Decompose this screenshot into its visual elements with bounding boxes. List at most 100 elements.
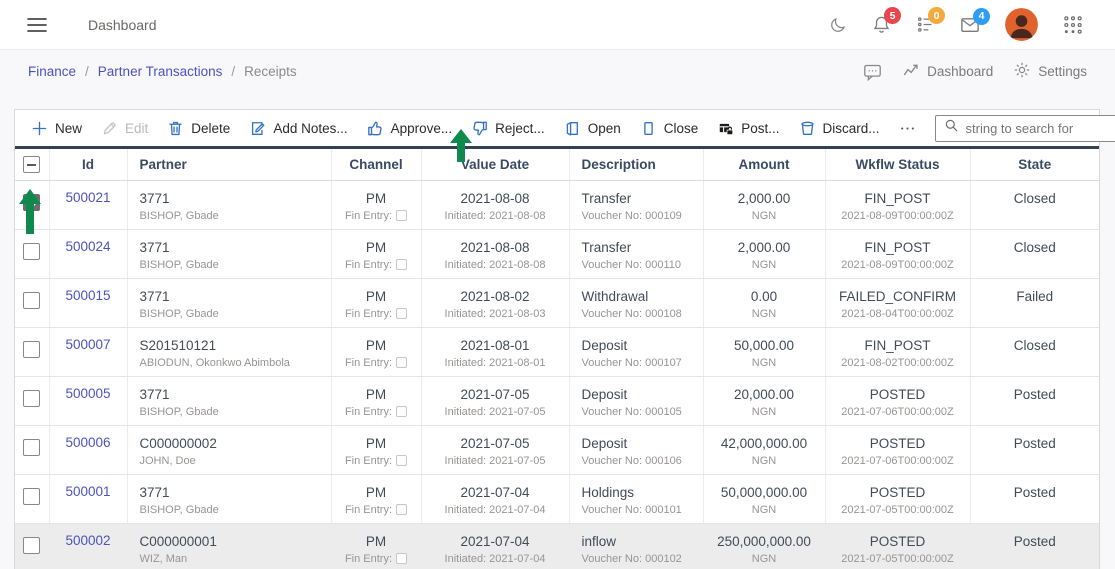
table-row[interactable]: 500007 S201510121 ABIODUN, Okonkwo Abimb…: [15, 327, 1099, 376]
dashboard-action[interactable]: Dashboard: [902, 61, 993, 82]
row-checkbox[interactable]: [23, 537, 40, 554]
partner-subname: BISHOP, Gbade: [140, 406, 331, 419]
partner-subname: BISHOP, Gbade: [140, 259, 331, 272]
row-checkbox[interactable]: [23, 488, 40, 505]
breadcrumb-partner-transactions[interactable]: Partner Transactions: [98, 64, 223, 79]
header-channel[interactable]: Channel: [331, 149, 421, 180]
currency-code: NGN: [704, 455, 825, 468]
row-id-link[interactable]: 500006: [65, 435, 110, 450]
table-row[interactable]: 500015 3771 BISHOP, Gbade PM Fin Entry: …: [15, 278, 1099, 327]
partner-name: 3771: [140, 288, 331, 305]
wkflw-timestamp: 2021-08-04T00:00:00Z: [826, 308, 970, 321]
channel-value: PM: [332, 239, 421, 256]
toolbar-button-approve[interactable]: Approve...: [367, 120, 453, 137]
door-open-icon: [564, 120, 581, 137]
voucher-no: Voucher No: 000101: [582, 504, 703, 517]
table-row[interactable]: 500005 3771 BISHOP, Gbade PM Fin Entry: …: [15, 376, 1099, 425]
header-description[interactable]: Description: [569, 149, 703, 180]
row-checkbox[interactable]: [23, 341, 40, 358]
toolbar-button-open[interactable]: Open: [564, 120, 621, 137]
voucher-no: Voucher No: 000106: [582, 455, 703, 468]
fin-entry-checkbox[interactable]: [396, 406, 407, 417]
initiated-date: Initiated: 2021-07-05: [422, 455, 569, 468]
partner-name: 3771: [140, 386, 331, 403]
value-date: 2021-08-02: [422, 288, 569, 305]
header-state[interactable]: State: [970, 149, 1099, 180]
row-checkbox[interactable]: [23, 390, 40, 407]
table-row[interactable]: 500002 C000000001 WIZ, Man PM Fin Entry:…: [15, 523, 1099, 569]
description-value: Deposit: [582, 386, 703, 403]
toolbar-button-discard[interactable]: Discard...: [799, 120, 880, 137]
row-checkbox[interactable]: [23, 292, 40, 309]
state-value: Closed: [971, 337, 1100, 354]
mail-envelope-icon[interactable]: 4: [960, 16, 980, 34]
partner-name: C000000001: [140, 533, 331, 550]
partner-subname: BISHOP, Gbade: [140, 308, 331, 321]
table-body: 500021 3771 BISHOP, Gbade PM Fin Entry: …: [15, 180, 1099, 569]
toolbar-button-close[interactable]: Close: [640, 120, 699, 137]
dark-mode-moon-icon[interactable]: [829, 16, 847, 34]
select-all-checkbox[interactable]: [23, 156, 40, 173]
toolbar-button-new[interactable]: New: [31, 120, 82, 137]
wkflw-timestamp: 2021-07-05T00:00:00Z: [826, 553, 970, 566]
description-value: Holdings: [582, 484, 703, 501]
header-id[interactable]: Id: [49, 149, 127, 180]
header-partner[interactable]: Partner: [127, 149, 331, 180]
toolbar-button-label: Post...: [741, 121, 779, 136]
table-row[interactable]: 500006 C000000002 JOHN, Doe PM Fin Entry…: [15, 425, 1099, 474]
toolbar-button-add-notes[interactable]: Add Notes...: [249, 120, 347, 137]
fin-entry-checkbox[interactable]: [396, 504, 407, 515]
row-id-link[interactable]: 500001: [65, 484, 110, 499]
fin-entry-checkbox[interactable]: [396, 455, 407, 466]
toolbar-button-reject[interactable]: Reject...: [471, 120, 545, 137]
channel-value: PM: [332, 435, 421, 452]
user-avatar[interactable]: [1005, 8, 1038, 41]
row-id-link[interactable]: 500002: [65, 533, 110, 548]
settings-action[interactable]: Settings: [1013, 61, 1087, 82]
hamburger-menu-icon[interactable]: [27, 17, 47, 33]
header-amount[interactable]: Amount: [703, 149, 825, 180]
voucher-no: Voucher No: 000108: [582, 308, 703, 321]
breadcrumb-finance[interactable]: Finance: [28, 64, 76, 79]
toolbar-button-delete[interactable]: Delete: [167, 120, 230, 137]
toolbar-button-label: Approve...: [391, 121, 453, 136]
toolbar-button-edit[interactable]: Edit: [101, 120, 148, 137]
app-launcher-grid-icon[interactable]: [1063, 15, 1083, 35]
comment-bubble-icon[interactable]: [863, 63, 882, 81]
header-value-date[interactable]: Value Date: [421, 149, 569, 180]
channel-value: PM: [332, 386, 421, 403]
row-id-link[interactable]: 500021: [65, 190, 110, 205]
row-id-link[interactable]: 500007: [65, 337, 110, 352]
fin-entry-checkbox[interactable]: [396, 210, 407, 221]
row-checkbox[interactable]: [23, 243, 40, 260]
fin-entry-checkbox[interactable]: [396, 259, 407, 270]
table-row[interactable]: 500024 3771 BISHOP, Gbade PM Fin Entry: …: [15, 229, 1099, 278]
row-checkbox[interactable]: [23, 194, 40, 211]
more-ellipsis-icon: [899, 120, 916, 137]
toolbar-button-more[interactable]: [899, 120, 916, 137]
select-all-header[interactable]: [15, 149, 49, 180]
currency-code: NGN: [704, 210, 825, 223]
fin-entry-checkbox[interactable]: [396, 308, 407, 319]
tasks-list-icon[interactable]: 0: [916, 15, 935, 34]
search-input[interactable]: [966, 121, 1115, 136]
initiated-date: Initiated: 2021-07-04: [422, 553, 569, 566]
row-id-link[interactable]: 500015: [65, 288, 110, 303]
search-box[interactable]: [935, 115, 1115, 142]
state-value: Posted: [971, 484, 1100, 501]
currency-code: NGN: [704, 357, 825, 370]
table-row[interactable]: 500001 3771 BISHOP, Gbade PM Fin Entry: …: [15, 474, 1099, 523]
fin-entry-checkbox[interactable]: [396, 357, 407, 368]
notifications-bell-icon[interactable]: 5: [872, 15, 891, 34]
voucher-no: Voucher No: 000109: [582, 210, 703, 223]
value-date: 2021-07-04: [422, 484, 569, 501]
currency-code: NGN: [704, 406, 825, 419]
table-row[interactable]: 500021 3771 BISHOP, Gbade PM Fin Entry: …: [15, 180, 1099, 229]
row-id-link[interactable]: 500005: [65, 386, 110, 401]
row-id-link[interactable]: 500024: [65, 239, 110, 254]
row-checkbox[interactable]: [23, 439, 40, 456]
fin-entry-checkbox[interactable]: [396, 553, 407, 564]
state-value: Posted: [971, 435, 1100, 452]
toolbar-button-post[interactable]: Post...: [717, 120, 779, 137]
header-wkflw-status[interactable]: Wkflw Status: [825, 149, 970, 180]
